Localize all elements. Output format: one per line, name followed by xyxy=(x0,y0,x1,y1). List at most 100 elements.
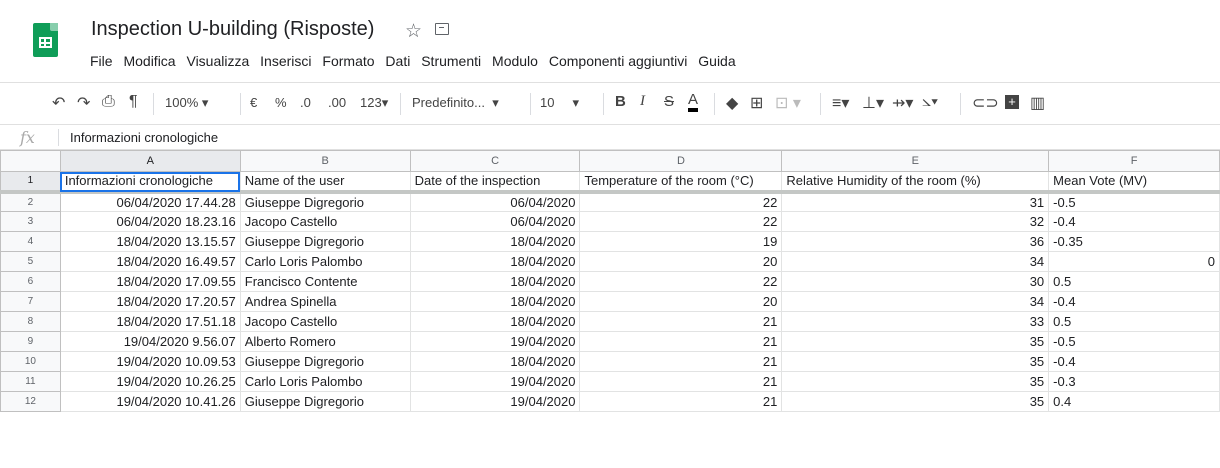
formula-input[interactable]: Informazioni cronologiche xyxy=(70,130,218,145)
column-header-b[interactable]: B xyxy=(239,150,411,172)
cell-timestamp[interactable]: 18/04/2020 17.20.57 xyxy=(59,291,241,312)
cell-humidity[interactable]: 34 xyxy=(781,291,1050,312)
header-cell-user[interactable]: Name of the user xyxy=(239,171,411,194)
row-number[interactable]: 12 xyxy=(0,391,61,412)
row-number[interactable]: 2 xyxy=(0,191,61,212)
cell-date[interactable]: 19/04/2020 xyxy=(409,391,581,412)
strikethrough-button[interactable]: S xyxy=(664,93,674,110)
menu-modulo[interactable]: Modulo xyxy=(492,53,538,69)
insert-chart-icon[interactable]: ▥ xyxy=(1030,93,1045,113)
cell-mean-vote[interactable]: -0.35 xyxy=(1048,231,1220,252)
cell-temperature[interactable]: 21 xyxy=(579,351,783,372)
cell-timestamp[interactable]: 18/04/2020 16.49.57 xyxy=(59,251,241,272)
cell-mean-vote[interactable]: -0.4 xyxy=(1048,291,1220,312)
star-icon[interactable]: ☆ xyxy=(405,20,422,43)
cell-temperature[interactable]: 21 xyxy=(579,331,783,352)
italic-button[interactable]: I xyxy=(640,93,645,110)
cell-user[interactable]: Jacopo Castello xyxy=(239,211,411,232)
decrease-decimal-button[interactable]: .0 xyxy=(300,95,311,110)
header-cell-temperature[interactable]: Temperature of the room (°C) xyxy=(579,171,783,194)
cell-user[interactable]: Giuseppe Digregorio xyxy=(239,391,411,412)
column-header-c[interactable]: C xyxy=(409,150,581,172)
font-size-select[interactable]: 10 ▾ xyxy=(540,95,579,111)
menu-visualizza[interactable]: Visualizza xyxy=(186,53,249,69)
menu-strumenti[interactable]: Strumenti xyxy=(421,53,481,69)
cell-mean-vote[interactable]: 0 xyxy=(1048,251,1220,272)
increase-decimal-button[interactable]: .00 xyxy=(328,95,346,110)
menu-dati[interactable]: Dati xyxy=(385,53,410,69)
cell-mean-vote[interactable]: -0.4 xyxy=(1048,351,1220,372)
borders-icon[interactable]: ⊞ xyxy=(750,93,763,113)
cell-date[interactable]: 18/04/2020 xyxy=(409,311,581,332)
cell-temperature[interactable]: 21 xyxy=(579,371,783,392)
cell-date[interactable]: 18/04/2020 xyxy=(409,271,581,292)
cell-user[interactable]: Jacopo Castello xyxy=(239,311,411,332)
header-cell-mean-vote[interactable]: Mean Vote (MV) xyxy=(1048,171,1220,194)
bold-button[interactable]: B xyxy=(615,93,626,110)
cell-mean-vote[interactable]: -0.4 xyxy=(1048,211,1220,232)
cell-timestamp[interactable]: 19/04/2020 10.09.53 xyxy=(59,351,241,372)
horizontal-align-icon[interactable]: ≡▾ xyxy=(832,93,849,113)
cell-mean-vote[interactable]: 0.5 xyxy=(1048,311,1220,332)
column-header-d[interactable]: D xyxy=(579,150,783,172)
cell-date[interactable]: 06/04/2020 xyxy=(409,211,581,232)
cell-humidity[interactable]: 35 xyxy=(781,331,1050,352)
select-all-corner[interactable] xyxy=(0,150,61,172)
currency-format-button[interactable]: € xyxy=(250,95,257,110)
cell-temperature[interactable]: 22 xyxy=(579,211,783,232)
cell-user[interactable]: Giuseppe Digregorio xyxy=(239,351,411,372)
cell-date[interactable]: 18/04/2020 xyxy=(409,351,581,372)
text-wrapping-icon[interactable]: ⇸▾ xyxy=(892,93,913,113)
text-color-button[interactable]: A xyxy=(688,92,699,112)
row-number[interactable]: 5 xyxy=(0,251,61,272)
row-number[interactable]: 6 xyxy=(0,271,61,292)
insert-link-icon[interactable]: ⊂⊃ xyxy=(972,93,999,113)
column-header-f[interactable]: F xyxy=(1048,150,1220,172)
cell-humidity[interactable]: 33 xyxy=(781,311,1050,332)
cell-temperature[interactable]: 21 xyxy=(579,391,783,412)
move-to-folder-icon[interactable] xyxy=(435,23,449,35)
cell-date[interactable]: 18/04/2020 xyxy=(409,251,581,272)
header-cell-timestamp[interactable]: Informazioni cronologiche xyxy=(59,171,241,194)
cell-humidity[interactable]: 32 xyxy=(781,211,1050,232)
cell-timestamp[interactable]: 18/04/2020 17.09.55 xyxy=(59,271,241,292)
cell-user[interactable]: Giuseppe Digregorio xyxy=(239,231,411,252)
row-number[interactable]: 8 xyxy=(0,311,61,332)
header-cell-humidity[interactable]: Relative Humidity of the room (%) xyxy=(781,171,1050,194)
menu-componenti-aggiuntivi[interactable]: Componenti aggiuntivi xyxy=(549,53,688,69)
text-rotation-icon[interactable]: ⦣▾ xyxy=(922,93,938,111)
cell-temperature[interactable]: 20 xyxy=(579,291,783,312)
fill-color-icon[interactable]: ◆ xyxy=(726,93,738,113)
insert-comment-icon[interactable]: + xyxy=(1005,95,1019,109)
cell-temperature[interactable]: 21 xyxy=(579,311,783,332)
sheets-logo-icon[interactable] xyxy=(33,23,58,57)
redo-icon[interactable]: ↷ xyxy=(77,93,90,113)
document-title[interactable]: Inspection U-building (Risposte) xyxy=(91,18,374,41)
menu-guida[interactable]: Guida xyxy=(698,53,735,69)
cell-mean-vote[interactable]: -0.5 xyxy=(1048,191,1220,212)
cell-user[interactable]: Francisco Contente xyxy=(239,271,411,292)
cell-humidity[interactable]: 34 xyxy=(781,251,1050,272)
row-number[interactable]: 10 xyxy=(0,351,61,372)
cell-humidity[interactable]: 36 xyxy=(781,231,1050,252)
cell-date[interactable]: 18/04/2020 xyxy=(409,291,581,312)
paint-format-icon[interactable]: ¶ xyxy=(129,93,138,111)
zoom-select[interactable]: 100% ▾ xyxy=(165,95,208,111)
cell-timestamp[interactable]: 19/04/2020 10.26.25 xyxy=(59,371,241,392)
menu-inserisci[interactable]: Inserisci xyxy=(260,53,311,69)
cell-timestamp[interactable]: 19/04/2020 10.41.26 xyxy=(59,391,241,412)
menu-file[interactable]: File xyxy=(90,53,113,69)
cell-date[interactable]: 19/04/2020 xyxy=(409,371,581,392)
row-number[interactable]: 3 xyxy=(0,211,61,232)
row-number[interactable]: 1 xyxy=(0,171,61,194)
cell-humidity[interactable]: 31 xyxy=(781,191,1050,212)
percent-format-button[interactable]: % xyxy=(275,95,287,110)
cell-humidity[interactable]: 35 xyxy=(781,351,1050,372)
cell-user[interactable]: Alberto Romero xyxy=(239,331,411,352)
cell-date[interactable]: 19/04/2020 xyxy=(409,331,581,352)
cell-user[interactable]: Andrea Spinella xyxy=(239,291,411,312)
font-select[interactable]: Predefinito... ▾ xyxy=(412,95,499,111)
cell-timestamp[interactable]: 18/04/2020 13.15.57 xyxy=(59,231,241,252)
cell-humidity[interactable]: 35 xyxy=(781,391,1050,412)
merge-cells-icon[interactable]: ⊡ ▾ xyxy=(775,93,801,113)
